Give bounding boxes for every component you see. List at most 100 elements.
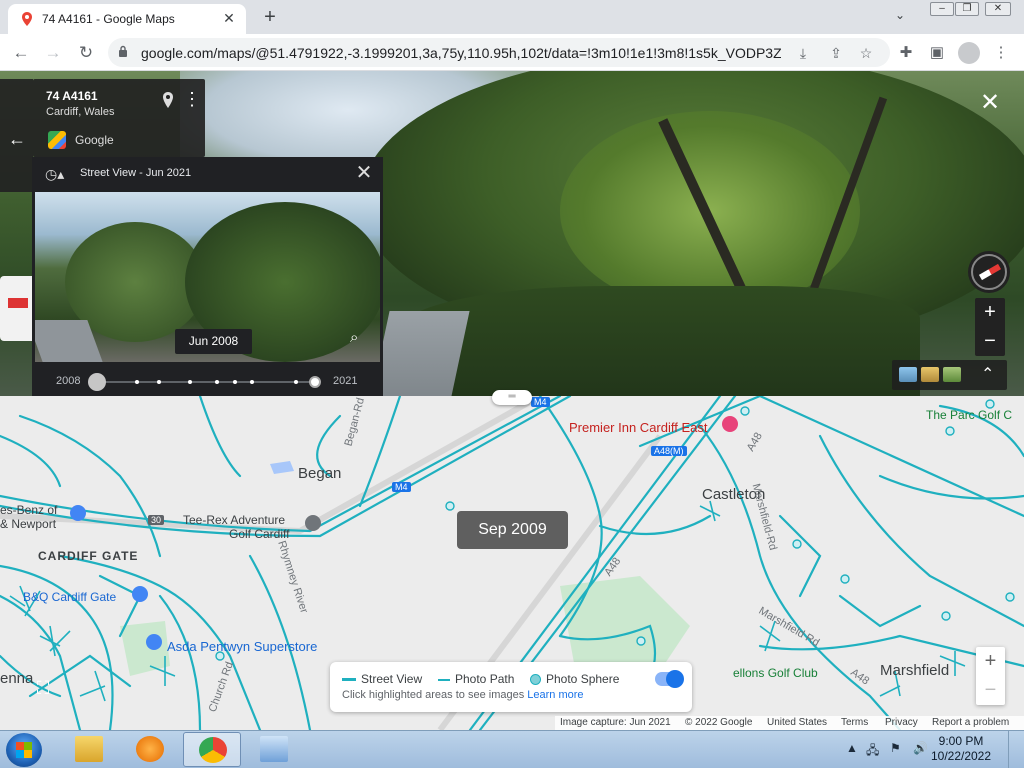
- restore-button[interactable]: ❐: [955, 2, 979, 16]
- taskbar-media-player[interactable]: [121, 732, 179, 767]
- reload-icon[interactable]: ↻: [74, 41, 98, 65]
- layer-thumb[interactable]: [943, 367, 961, 382]
- timeline-dot[interactable]: [188, 380, 192, 384]
- map-zoom-in-button[interactable]: +: [976, 647, 1005, 676]
- place-asda[interactable]: Asda Pentwyn Superstore: [167, 639, 317, 654]
- extensions-icon[interactable]: ✚: [895, 42, 917, 64]
- share-icon[interactable]: ⇪: [826, 43, 846, 63]
- new-tab-button[interactable]: +: [258, 6, 282, 28]
- year-start-label: 2008: [56, 375, 81, 387]
- layer-thumb[interactable]: [921, 367, 939, 382]
- address-card: 74 A4161 Cardiff, Wales Google ⋮: [33, 79, 205, 157]
- photo-sphere-swatch: [530, 674, 541, 686]
- activity-pin-icon[interactable]: [305, 515, 321, 531]
- install-icon[interactable]: ⤓: [793, 43, 813, 63]
- junction-30: 30: [148, 515, 165, 525]
- layer-thumb[interactable]: [899, 367, 917, 382]
- place-began[interactable]: Began: [298, 465, 341, 482]
- place-benz[interactable]: es-Benz of: [0, 503, 57, 517]
- hotel-pin-icon[interactable]: [722, 416, 738, 432]
- shop-pin-icon[interactable]: [146, 634, 162, 650]
- volume-icon[interactable]: 🔊: [913, 741, 928, 755]
- image-capture-date: Image capture: Jun 2021: [560, 717, 671, 728]
- timeline-track[interactable]: [97, 381, 315, 383]
- back-to-map-button[interactable]: ←: [0, 79, 33, 192]
- timeline-dot[interactable]: [294, 380, 298, 384]
- chrome-icon: [199, 737, 227, 763]
- expand-up-icon[interactable]: ⌃: [981, 364, 994, 384]
- place-parc-golf[interactable]: The Parc Golf C: [926, 408, 1012, 422]
- legend-photo-path: Photo Path: [438, 672, 514, 686]
- timeline-dot[interactable]: [157, 380, 161, 384]
- tray-expand-icon[interactable]: ▲: [846, 741, 858, 755]
- location-pin-icon[interactable]: [160, 91, 176, 109]
- taskbar-explorer[interactable]: [60, 732, 118, 767]
- timeline-dot[interactable]: [135, 380, 139, 384]
- minimize-button[interactable]: –: [930, 2, 954, 16]
- show-desktop-button[interactable]: [1008, 731, 1024, 768]
- coverage-map[interactable]: Premier Inn Cardiff East The Parc Golf C…: [0, 396, 1024, 730]
- map-zoom-out-button[interactable]: −: [976, 676, 1005, 705]
- place-tee-rex-2[interactable]: Golf Cardiff: [229, 527, 289, 541]
- control-panel-icon: [260, 736, 288, 762]
- place-tee-rex-1[interactable]: Tee-Rex Adventure: [183, 513, 285, 527]
- tab-close-icon[interactable]: ✕: [220, 9, 238, 27]
- report-problem-link[interactable]: Report a problem: [932, 717, 1009, 728]
- windows-taskbar: ▲ 🖧 ⚑ 🔊 9:00 PM 10/22/2022: [0, 730, 1024, 768]
- taskbar-control-panel[interactable]: [245, 732, 303, 767]
- sv-zoom-out-button[interactable]: −: [975, 327, 1005, 356]
- place-bq[interactable]: B&Q Cardiff Gate: [23, 590, 116, 604]
- action-center-icon[interactable]: ⚑: [890, 741, 901, 755]
- bookmark-star-icon[interactable]: ☆: [856, 43, 876, 63]
- region-link[interactable]: United States: [767, 717, 827, 728]
- browser-tab[interactable]: 74 A4161 - Google Maps ✕: [8, 4, 246, 34]
- van: [0, 276, 36, 341]
- time-travel-panel: ◷▴ Street View - Jun 2021 ✕ Jun 2008 ⌕ 2…: [32, 157, 383, 405]
- timeline-dot[interactable]: [233, 380, 237, 384]
- network-icon[interactable]: 🖧: [866, 741, 879, 762]
- forward-icon[interactable]: →: [41, 41, 65, 65]
- tab-search-icon[interactable]: ⌄: [895, 8, 905, 22]
- side-panel-icon[interactable]: ▣: [926, 42, 948, 64]
- street-view-layer-toggle[interactable]: [655, 670, 684, 688]
- shop-pin-icon[interactable]: [70, 505, 86, 521]
- sv-zoom-in-button[interactable]: +: [975, 298, 1005, 327]
- place-newport[interactable]: & Newport: [0, 517, 56, 531]
- compass-icon[interactable]: [968, 251, 1010, 293]
- clock-date: 10/22/2022: [930, 749, 992, 763]
- year-end-label: 2021: [333, 375, 358, 387]
- place-marshfield[interactable]: Marshfield: [880, 662, 949, 679]
- timeline-dot[interactable]: [215, 380, 219, 384]
- legend-photo-path-label: Photo Path: [455, 672, 515, 686]
- learn-more-link[interactable]: Learn more: [527, 689, 583, 701]
- shop-pin-icon[interactable]: [132, 586, 148, 602]
- privacy-link[interactable]: Privacy: [885, 717, 918, 728]
- place-premier-inn[interactable]: Premier Inn Cardiff East: [569, 420, 707, 435]
- lock-icon: [119, 45, 127, 57]
- back-icon[interactable]: ←: [9, 41, 33, 65]
- timeline-dot[interactable]: [250, 380, 254, 384]
- start-button[interactable]: [6, 733, 42, 767]
- street-view-zoom-control: + −: [975, 298, 1005, 356]
- window-close-button[interactable]: ✕: [985, 2, 1011, 16]
- legend-street-view-label: Street View: [361, 672, 423, 686]
- split-resize-handle[interactable]: ═: [492, 390, 532, 405]
- place-cardiff-gate[interactable]: CARDIFF GATE: [38, 549, 138, 563]
- menu-icon[interactable]: ⋮: [990, 42, 1012, 64]
- timeline-current-marker[interactable]: [309, 376, 321, 388]
- address-bar[interactable]: google.com/maps/@51.4791922,-3.1999201,3…: [108, 38, 890, 67]
- url-text: google.com/maps/@51.4791922,-3.1999201,3…: [141, 45, 781, 61]
- profile-icon[interactable]: [958, 42, 980, 64]
- more-options-icon[interactable]: ⋮: [183, 89, 201, 109]
- date-chip: Jun 2008: [175, 329, 252, 354]
- zoom-preview-icon[interactable]: ⌕: [350, 329, 370, 349]
- expand-map-icon[interactable]: ⛶: [29, 674, 57, 702]
- time-travel-close-icon[interactable]: ✕: [353, 162, 375, 184]
- terms-link[interactable]: Terms: [841, 717, 868, 728]
- system-clock[interactable]: 9:00 PM 10/22/2022: [929, 734, 993, 764]
- taskbar-chrome[interactable]: [183, 732, 241, 767]
- place-pellons-golf[interactable]: ellons Golf Club: [733, 666, 818, 680]
- history-icon[interactable]: ◷▴: [45, 166, 67, 182]
- close-street-view-icon[interactable]: ✕: [979, 91, 1001, 115]
- timeline-slider-knob[interactable]: [88, 373, 106, 391]
